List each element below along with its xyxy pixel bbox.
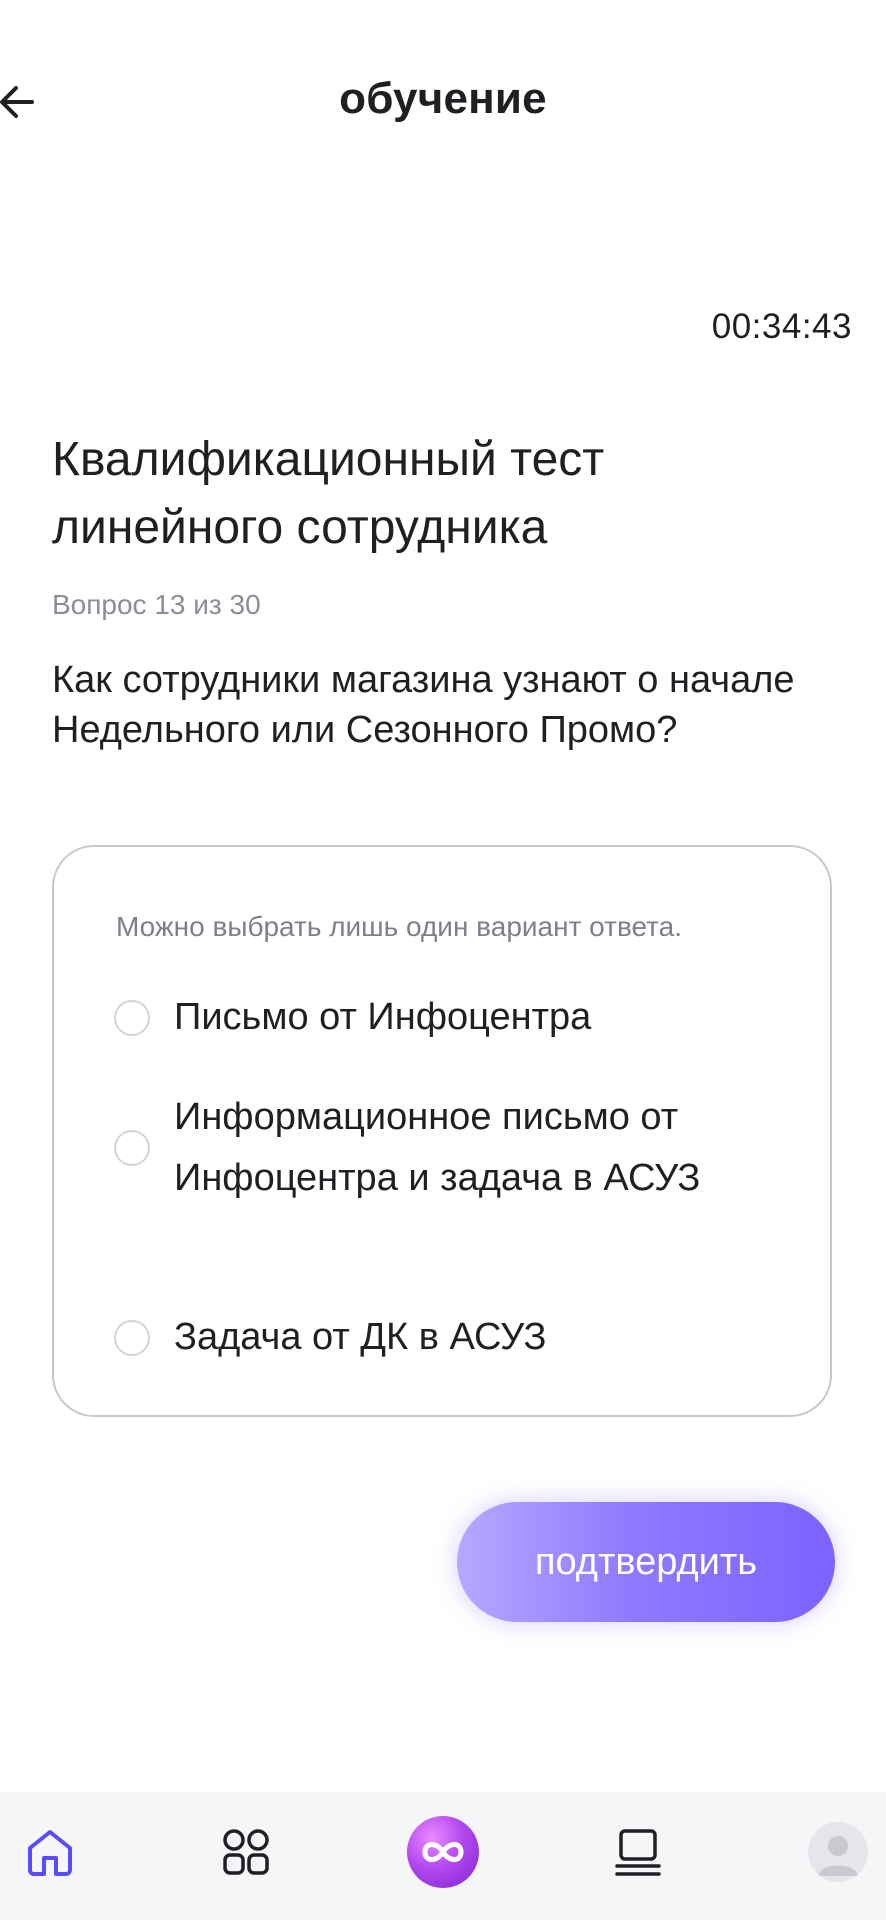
question-text: Как сотрудники магазина узнают о начале … xyxy=(52,659,795,751)
bottom-nav xyxy=(0,1792,886,1920)
radio-button[interactable] xyxy=(114,1319,150,1356)
answer-hint: Можно выбрать лишь один вариант ответа. xyxy=(116,911,683,942)
radio-button[interactable] xyxy=(114,999,150,1036)
nav-assistant[interactable] xyxy=(403,1812,483,1892)
answer-option-label: Задача от ДК в АСУЗ xyxy=(174,1316,547,1358)
confirm-button[interactable]: подтвердить xyxy=(457,1502,835,1622)
answer-option-2[interactable]: Информационное письмо от Инфоцентра и за… xyxy=(114,1087,734,1209)
nav-home[interactable] xyxy=(10,1812,90,1892)
page-title: обучение xyxy=(339,74,547,123)
laptop-icon xyxy=(615,1829,661,1876)
nav-learning[interactable] xyxy=(598,1812,678,1892)
infinity-icon xyxy=(422,1842,464,1862)
test-title: Квалификационный тест линейного сотрудни… xyxy=(52,433,605,554)
avatar-icon xyxy=(808,1822,868,1882)
grid-icon xyxy=(223,1829,269,1875)
assistant-orb xyxy=(407,1816,479,1888)
nav-catalog[interactable] xyxy=(206,1812,286,1892)
question-counter: Вопрос 13 из 30 xyxy=(52,589,261,620)
home-icon xyxy=(28,1830,72,1876)
header: обучение xyxy=(0,0,886,205)
answer-card: Можно выбрать лишь один вариант ответа. … xyxy=(52,845,832,1417)
nav-profile[interactable] xyxy=(798,1812,878,1892)
answer-option-label: Письмо от Инфоцентра xyxy=(174,996,592,1038)
answer-option-1[interactable]: Письмо от Инфоцентра xyxy=(114,987,734,1048)
radio-button[interactable] xyxy=(114,1130,150,1166)
answer-option-label: Информационное письмо от Инфоцентра и за… xyxy=(174,1096,701,1199)
timer: 00:34:43 xyxy=(711,307,852,346)
answer-option-3[interactable]: Задача от ДК в АСУЗ xyxy=(114,1307,734,1368)
